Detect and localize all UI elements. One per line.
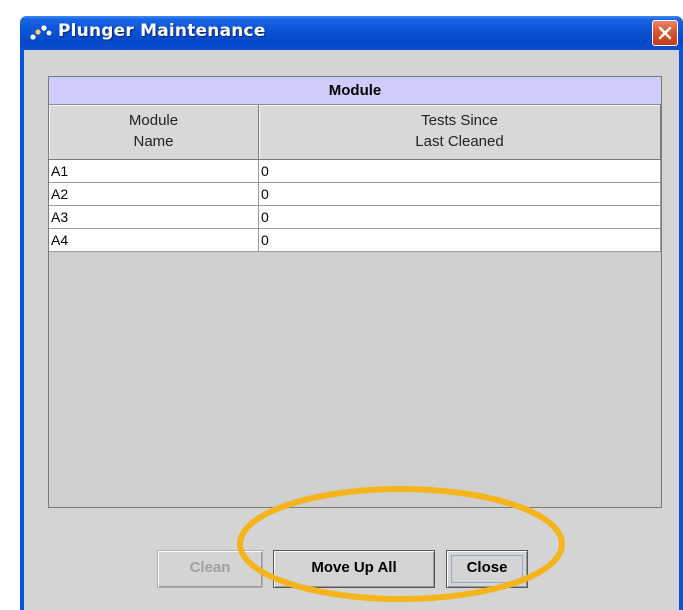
table-row[interactable]: A4 0	[49, 229, 661, 252]
table-row[interactable]: A1 0	[49, 160, 661, 183]
focus-ring	[451, 555, 523, 583]
table-row[interactable]: A2 0	[49, 183, 661, 206]
module-table: Module Module Name Tests Since Last Clea…	[48, 76, 662, 508]
module-name-cell: A2	[49, 183, 259, 205]
title-bar[interactable]: Plunger Maintenance	[20, 16, 683, 50]
background-strip	[0, 0, 20, 610]
tests-count-cell: 0	[259, 206, 661, 228]
close-x-icon[interactable]	[652, 20, 678, 46]
header-line: Name	[133, 133, 174, 150]
button-bar: Clean Move Up All Close	[24, 550, 679, 590]
module-name-cell: A1	[49, 160, 259, 182]
table-header: Module Name Tests Since Last Cleaned	[49, 105, 661, 160]
dialog-content: Module Module Name Tests Since Last Clea…	[24, 50, 679, 610]
header-line: Last Cleaned	[415, 133, 504, 150]
column-header-module-name[interactable]: Module Name	[49, 105, 259, 159]
table-title: Module	[49, 77, 661, 105]
table-row[interactable]: A3 0	[49, 206, 661, 229]
header-line: Tests Since	[421, 112, 498, 129]
tests-count-cell: 0	[259, 160, 661, 182]
move-up-all-button[interactable]: Move Up All	[273, 550, 435, 588]
plunger-maintenance-dialog: Plunger Maintenance Module Module Name T…	[20, 16, 683, 610]
header-line: Module	[128, 112, 179, 129]
window-title: Plunger Maintenance	[58, 21, 266, 41]
module-name-cell: A3	[49, 206, 259, 228]
module-name-cell: A4	[49, 229, 259, 251]
column-header-tests-since[interactable]: Tests Since Last Cleaned	[259, 105, 661, 159]
close-button[interactable]: Close	[446, 550, 528, 588]
tests-count-cell: 0	[259, 229, 661, 251]
tests-count-cell: 0	[259, 183, 661, 205]
app-dots-icon	[30, 24, 52, 42]
clean-button[interactable]: Clean	[157, 550, 263, 588]
